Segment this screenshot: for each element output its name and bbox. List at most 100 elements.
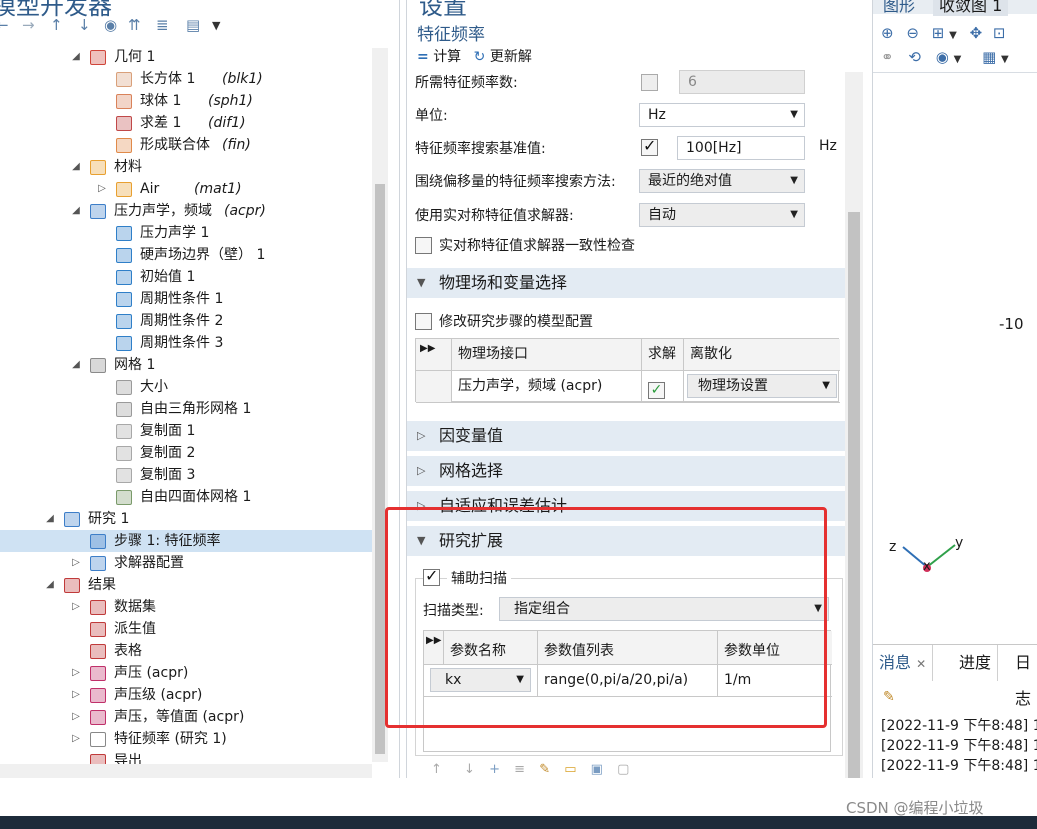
toolbar-dropdown-icon[interactable]: ▼: [212, 19, 220, 32]
link-icon[interactable]: ⚭: [881, 48, 894, 66]
num-eigenfrequencies-input[interactable]: 6: [679, 70, 805, 94]
tree-item[interactable]: 球体 1 (sph1): [0, 90, 372, 112]
expand-columns-icon[interactable]: ▶▶: [424, 631, 444, 665]
rotate-icon[interactable]: ⟲: [908, 48, 921, 66]
clear-icon[interactable]: ✎: [539, 762, 550, 777]
expanded-twisty-icon[interactable]: ◢: [70, 46, 82, 68]
update-solution-button[interactable]: ↻ 更新解: [474, 46, 532, 66]
tree-item[interactable]: 形成联合体 (fin): [0, 134, 372, 156]
settings-scrollbar[interactable]: [845, 72, 863, 778]
clear-messages-icon[interactable]: ✎: [883, 689, 895, 705]
move-up-icon[interactable]: ↑: [50, 16, 63, 34]
tree-item[interactable]: 复制面 2: [0, 442, 372, 464]
tree-item[interactable]: 自由三角形网格 1: [0, 398, 372, 420]
tree-item[interactable]: ▷ 声压 (acpr): [0, 662, 372, 684]
move-down-icon[interactable]: ↓: [464, 762, 475, 777]
back-arrow-icon[interactable]: ←: [0, 16, 9, 34]
tab-convergence[interactable]: 收敛图 1: [933, 0, 1009, 16]
modify-config-checkbox[interactable]: [415, 313, 432, 330]
tree-item[interactable]: 压力声学 1: [0, 222, 372, 244]
section-dependent-header[interactable]: ▷ 因变量值: [407, 421, 845, 451]
green-check-icon[interactable]: ✓: [648, 382, 665, 399]
tree-item[interactable]: 大小: [0, 376, 372, 398]
delete-icon[interactable]: ≡: [514, 762, 525, 777]
param-row-unit[interactable]: 1/m: [718, 665, 832, 697]
collapsed-twisty-icon[interactable]: ▷: [70, 728, 82, 750]
expanded-twisty-icon[interactable]: ◢: [70, 200, 82, 222]
tree-item[interactable]: 表格: [0, 640, 372, 662]
consistency-check-checkbox[interactable]: [415, 237, 432, 254]
scene-icon[interactable]: ▦: [982, 48, 996, 66]
list-view-icon[interactable]: ▤: [186, 16, 200, 34]
search-base-checkbox[interactable]: [641, 136, 658, 156]
zoom-extents-icon[interactable]: ⊡: [993, 24, 1006, 42]
search-base-input[interactable]: 100[Hz]: [677, 136, 805, 160]
tree-item[interactable]: ◢ 网格 1: [0, 354, 372, 376]
graphics-canvas[interactable]: -10 z x y: [873, 72, 1037, 632]
tab-messages[interactable]: 消息 ✕: [873, 645, 934, 681]
sweep-type-select[interactable]: 指定组合 ▼: [499, 597, 829, 621]
tree-item[interactable]: 周期性条件 1: [0, 288, 372, 310]
show-icon[interactable]: ◉: [104, 16, 117, 34]
collapsed-twisty-icon[interactable]: ▷: [70, 552, 82, 574]
tree-item[interactable]: 求差 1 (dif1): [0, 112, 372, 134]
tree-item[interactable]: 硬声场边界（壁） 1: [0, 244, 372, 266]
compute-button[interactable]: = 计算: [417, 46, 461, 66]
zoom-in-icon[interactable]: ⊕: [881, 24, 894, 42]
num-eigenfrequencies-checkbox[interactable]: [641, 74, 658, 91]
tree-item[interactable]: 长方体 1 (blk1): [0, 68, 372, 90]
tree-item[interactable]: 步骤 1: 特征频率: [0, 530, 372, 552]
expand-columns-icon[interactable]: ▶▶: [416, 339, 452, 371]
chevron-down-icon[interactable]: ▼: [1001, 54, 1009, 65]
tree-item[interactable]: ◢ 材料: [0, 156, 372, 178]
tree-horizontal-scrollbar[interactable]: [0, 764, 372, 778]
physics-row-solve[interactable]: ✓: [642, 371, 684, 403]
section-adaptive-header[interactable]: ▷ 自适应和误差估计: [407, 491, 845, 521]
forward-arrow-icon[interactable]: →: [22, 16, 35, 34]
section-mesh-header[interactable]: ▷ 网格选择: [407, 456, 845, 486]
add-icon[interactable]: +: [489, 762, 500, 777]
real-symmetric-select[interactable]: 自动 ▼: [639, 203, 805, 227]
collapsed-twisty-icon[interactable]: ▷: [70, 662, 82, 684]
expanded-twisty-icon[interactable]: ◢: [70, 156, 82, 178]
param-row-values[interactable]: range(0,pi/a/20,pi/a): [538, 665, 718, 697]
collapsed-twisty-icon[interactable]: ▷: [70, 596, 82, 618]
tab-graphics[interactable]: 图形: [883, 0, 915, 16]
tree-item[interactable]: 自由四面体网格 1: [0, 486, 372, 508]
tree-item[interactable]: 周期性条件 3: [0, 332, 372, 354]
expanded-twisty-icon[interactable]: ◢: [44, 508, 56, 530]
param-name-select[interactable]: kx ▼: [430, 668, 531, 692]
close-icon[interactable]: ✕: [916, 657, 926, 671]
collapsed-twisty-icon[interactable]: ▷: [70, 684, 82, 706]
tree-item[interactable]: 派生值: [0, 618, 372, 640]
tree-item[interactable]: ▷ Air (mat1): [0, 178, 372, 200]
save-icon[interactable]: ▣: [591, 762, 603, 777]
tab-log[interactable]: 日志: [1009, 645, 1037, 708]
tree-item[interactable]: ◢ 研究 1: [0, 508, 372, 530]
collapse-all-icon[interactable]: ≣: [156, 16, 169, 34]
expanded-twisty-icon[interactable]: ◢: [70, 354, 82, 376]
tab-progress[interactable]: 进度: [953, 645, 999, 681]
tree-item[interactable]: 周期性条件 2: [0, 310, 372, 332]
move-icon[interactable]: ✥: [970, 24, 983, 42]
zoom-out-icon[interactable]: ⊖: [906, 24, 919, 42]
tree-item[interactable]: 复制面 3: [0, 464, 372, 486]
tree-item[interactable]: ◢ 几何 1: [0, 46, 372, 68]
tree-item[interactable]: ▷ 特征频率 (研究 1): [0, 728, 372, 750]
tree-item[interactable]: 复制面 1: [0, 420, 372, 442]
tree-item[interactable]: ▷ 声压级 (acpr): [0, 684, 372, 706]
section-extension-header[interactable]: ▼ 研究扩展: [407, 526, 845, 556]
collapsed-twisty-icon[interactable]: ▷: [96, 178, 108, 200]
unit-select[interactable]: Hz ▼: [639, 103, 805, 127]
chevron-down-icon[interactable]: ▼: [954, 54, 962, 65]
view-icon[interactable]: ◉: [936, 48, 949, 66]
tree-scrollbar[interactable]: [372, 48, 388, 762]
move-down-icon[interactable]: ↓: [78, 16, 91, 34]
chevron-down-icon[interactable]: ▼: [949, 30, 957, 41]
expand-all-icon[interactable]: ⇈: [128, 16, 141, 34]
move-up-icon[interactable]: ↑: [431, 762, 442, 777]
range-icon[interactable]: ▢: [617, 762, 629, 777]
tree-item[interactable]: ▷ 数据集: [0, 596, 372, 618]
load-file-icon[interactable]: ▭: [564, 762, 576, 777]
tree-item[interactable]: ◢ 结果: [0, 574, 372, 596]
